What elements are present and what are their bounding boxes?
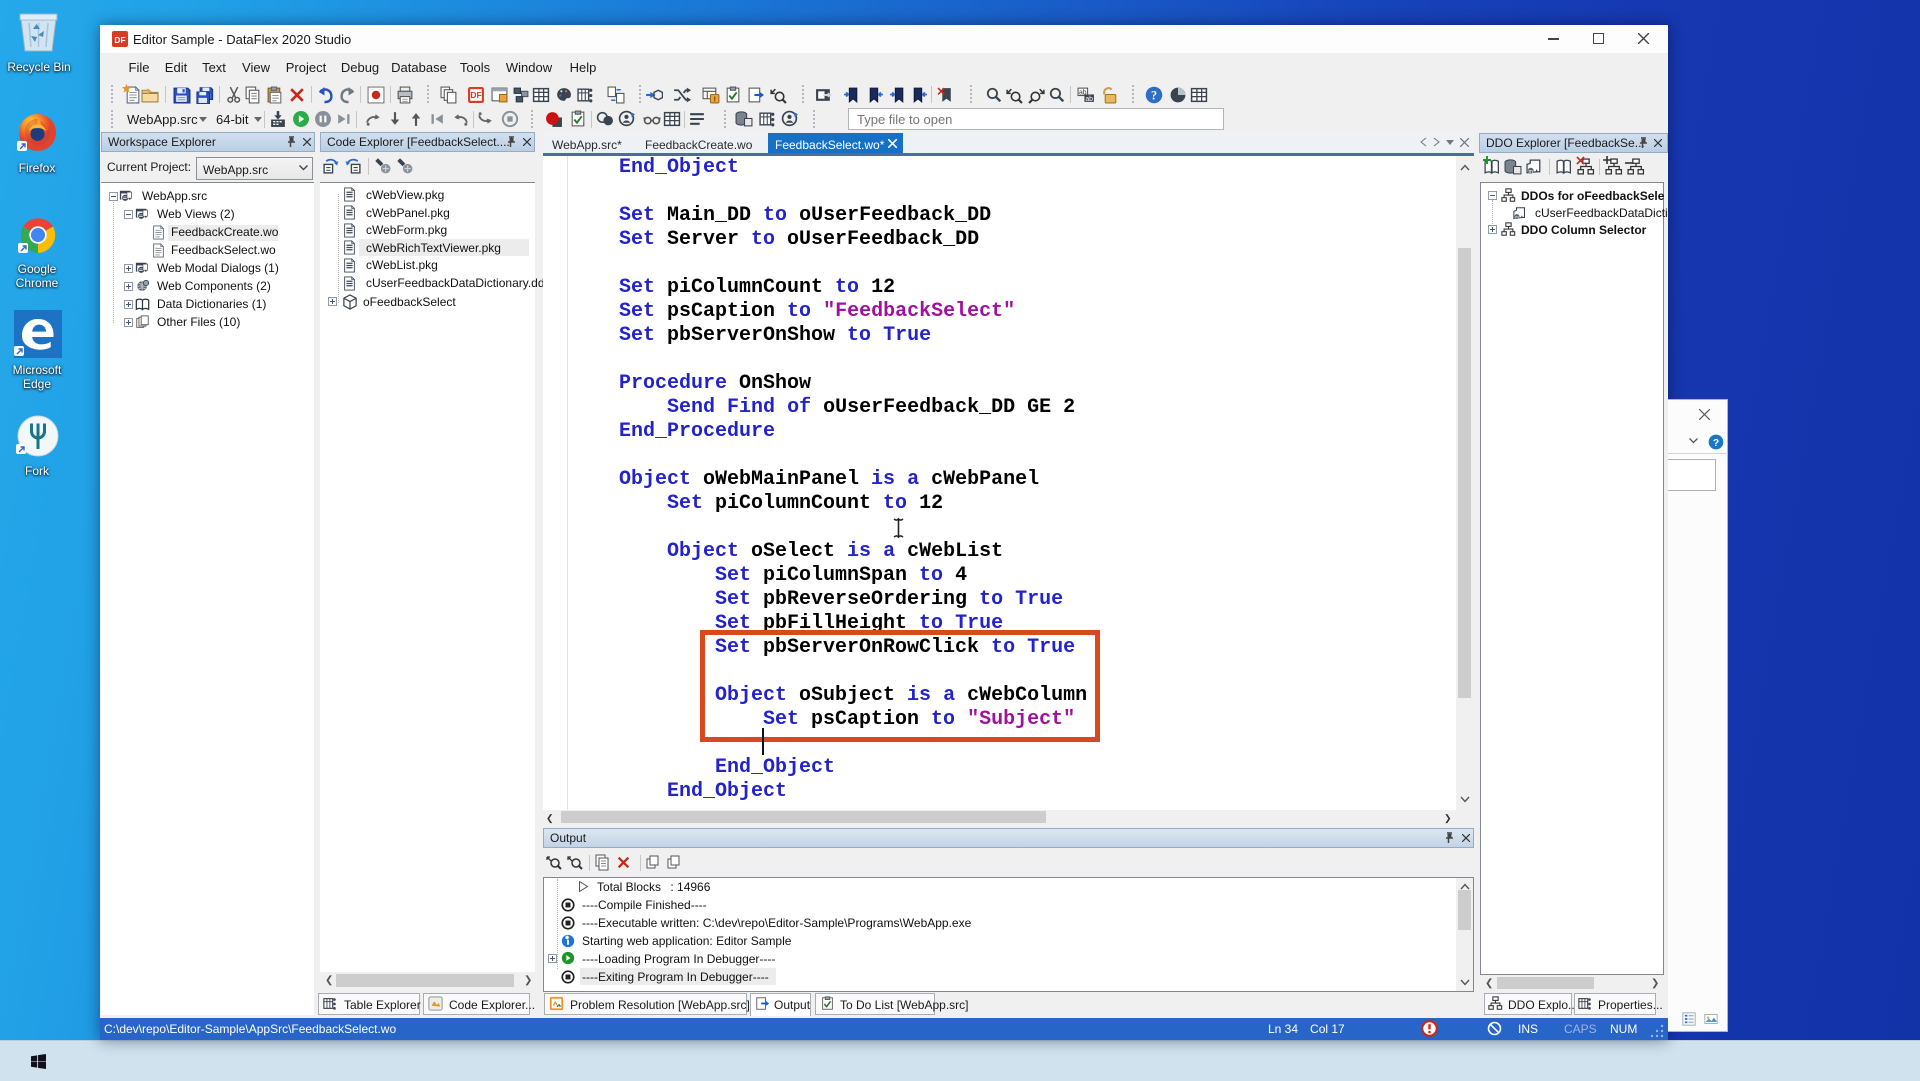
- svg-text:?: ?: [1713, 438, 1719, 449]
- svg-text:DF: DF: [114, 35, 125, 45]
